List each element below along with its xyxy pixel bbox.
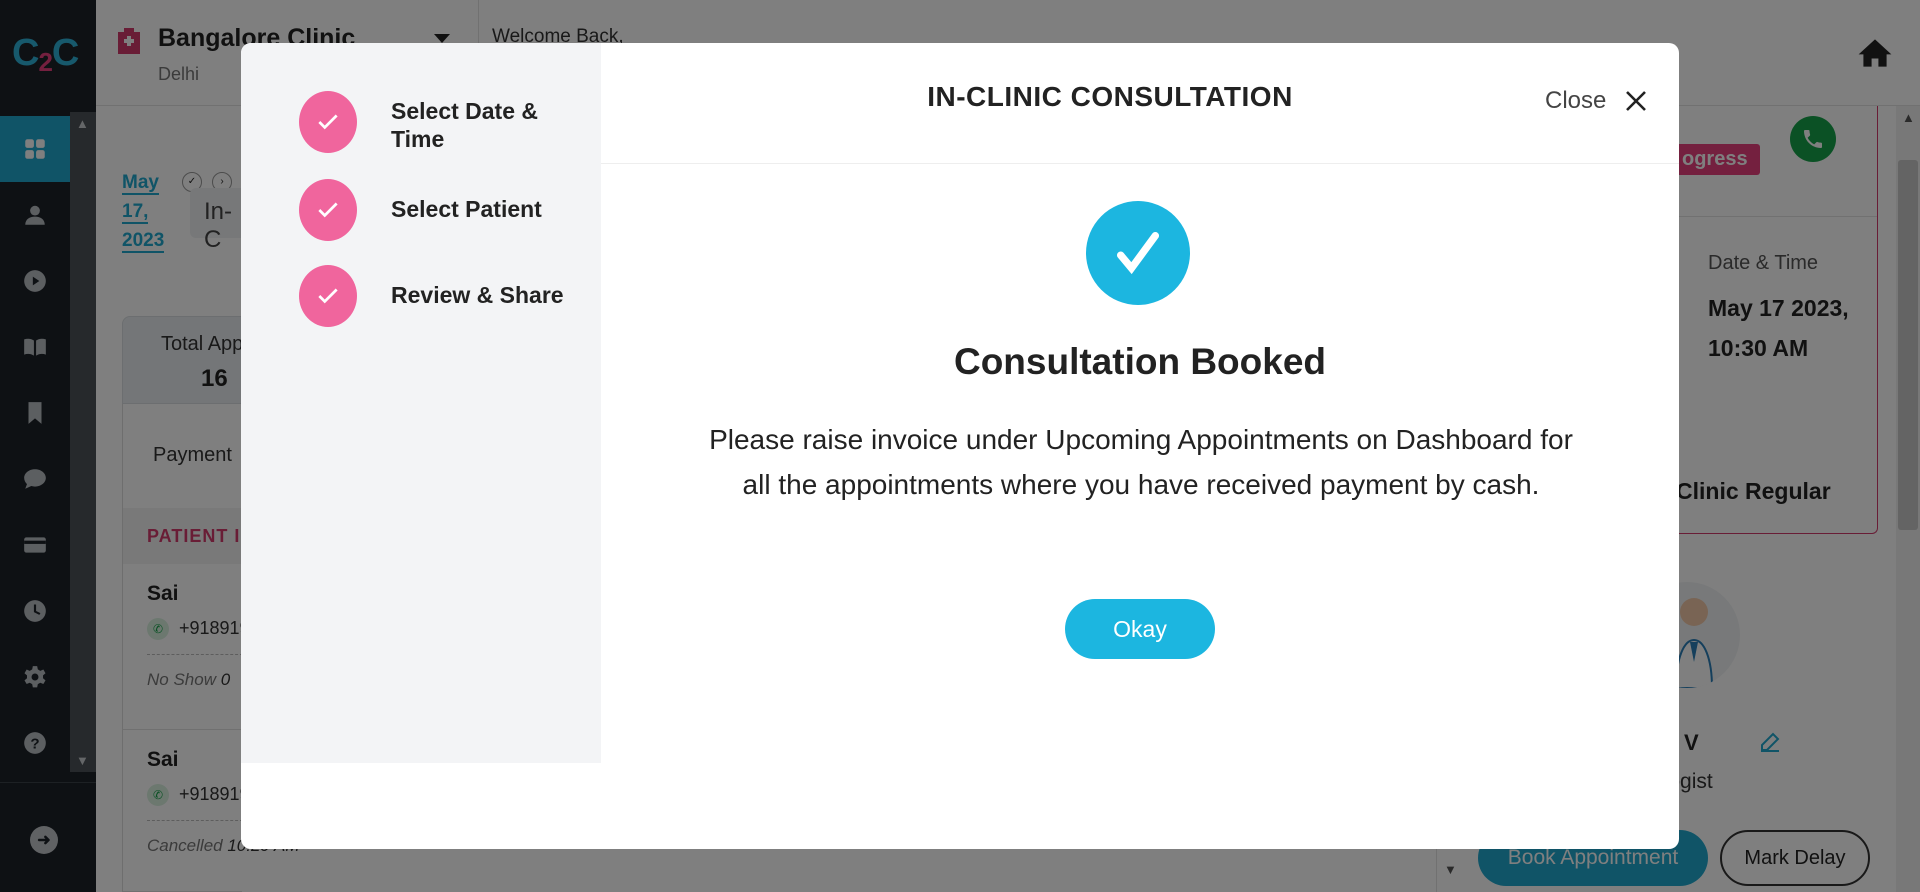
stepper-panel: Select Date & Time Select Patient Review… [241,43,601,763]
step-review-share[interactable]: Review & Share [241,265,601,335]
step-label: Select Date & Time [391,98,539,152]
close-button[interactable]: Close [1545,87,1648,115]
consultation-modal: Select Date & Time Select Patient Review… [241,43,1679,849]
close-icon [1626,91,1647,111]
close-label: Close [1545,87,1607,114]
step-complete-check-icon [299,179,357,241]
success-heading: Consultation Booked [953,341,1327,382]
step-complete-check-icon [299,265,357,327]
step-select-patient[interactable]: Select Patient [241,179,601,249]
step-complete-check-icon [299,91,357,153]
step-select-date-time[interactable]: Select Date & Time [241,91,601,161]
step-label: Review & Share [391,282,564,308]
modal-title: IN-CLINIC CONSULTATION [927,81,1293,112]
okay-button[interactable]: Okay [1065,599,1215,659]
success-check-icon [1086,201,1190,305]
step-label: Select Patient [391,196,542,222]
success-message: Please raise invoice under Upcoming Appo… [709,424,1573,500]
modal-header-divider [601,163,1679,164]
